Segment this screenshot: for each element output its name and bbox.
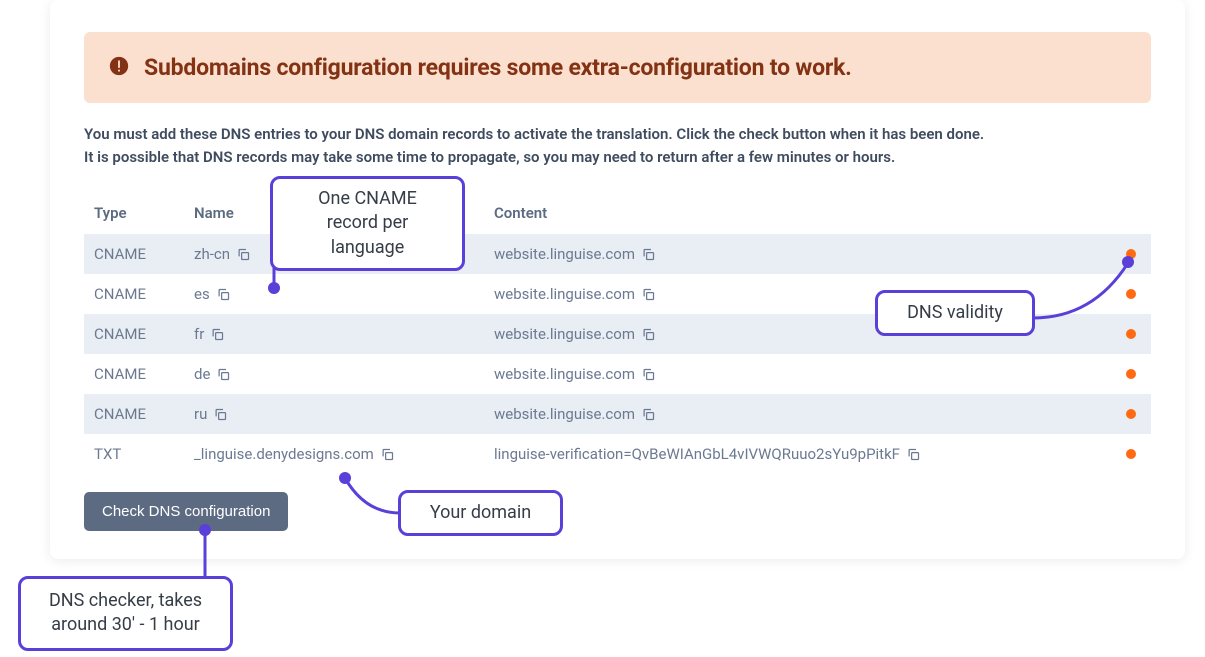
cell-name: ru <box>184 394 484 434</box>
copy-icon[interactable] <box>236 247 251 262</box>
check-dns-button[interactable]: Check DNS configuration <box>84 492 288 531</box>
copy-icon[interactable] <box>641 327 656 342</box>
cell-name: es <box>184 274 484 314</box>
status-dot <box>1126 289 1136 299</box>
cell-status <box>1111 274 1151 314</box>
cell-name: _linguise.denydesigns.com <box>184 434 484 474</box>
table-row: TXT_linguise.denydesigns.comlinguise-ver… <box>84 434 1151 474</box>
description: You must add these DNS entries to your D… <box>84 123 1151 170</box>
table-row: CNAMEzh-cnwebsite.linguise.com <box>84 234 1151 274</box>
status-dot <box>1126 449 1136 459</box>
table-row: CNAMEruwebsite.linguise.com <box>84 394 1151 434</box>
th-type: Type <box>84 192 184 234</box>
copy-icon[interactable] <box>641 407 656 422</box>
connector-endpoint <box>268 282 280 294</box>
cell-name: fr <box>184 314 484 354</box>
alert-banner: Subdomains configuration requires some e… <box>84 32 1151 103</box>
connector-endpoint <box>1122 256 1134 268</box>
cell-content: website.linguise.com <box>484 354 1111 394</box>
dns-config-panel: Subdomains configuration requires some e… <box>50 0 1185 559</box>
alert-text: Subdomains configuration requires some e… <box>144 54 852 81</box>
cell-type: TXT <box>84 434 184 474</box>
copy-icon[interactable] <box>641 247 656 262</box>
copy-icon[interactable] <box>216 287 231 302</box>
description-line2: It is possible that DNS records may take… <box>84 148 895 166</box>
table-row: CNAMEdewebsite.linguise.com <box>84 354 1151 394</box>
cell-status <box>1111 314 1151 354</box>
copy-icon[interactable] <box>641 367 656 382</box>
copy-icon[interactable] <box>906 447 921 462</box>
cell-status <box>1111 354 1151 394</box>
callout-cname: One CNAME record per language <box>270 176 465 271</box>
status-dot <box>1126 329 1136 339</box>
th-content: Content <box>484 192 1111 234</box>
cell-type: CNAME <box>84 394 184 434</box>
callout-validity: DNS validity <box>875 290 1035 336</box>
copy-icon[interactable] <box>641 287 656 302</box>
copy-icon[interactable] <box>213 407 228 422</box>
status-dot <box>1126 409 1136 419</box>
copy-icon[interactable] <box>216 367 231 382</box>
copy-icon[interactable] <box>210 327 225 342</box>
cell-status <box>1111 234 1151 274</box>
cell-content: website.linguise.com <box>484 234 1111 274</box>
callout-checker: DNS checker, takes around 30' - 1 hour <box>18 576 233 651</box>
connector-endpoint <box>339 472 351 484</box>
status-dot <box>1126 369 1136 379</box>
description-line1: You must add these DNS entries to your D… <box>84 125 984 143</box>
cell-type: CNAME <box>84 314 184 354</box>
connector-endpoint <box>199 524 211 536</box>
copy-icon[interactable] <box>380 447 395 462</box>
callout-domain: Your domain <box>398 490 563 536</box>
cell-status <box>1111 394 1151 434</box>
cell-type: CNAME <box>84 274 184 314</box>
alert-icon <box>108 55 130 81</box>
cell-status <box>1111 434 1151 474</box>
cell-type: CNAME <box>84 234 184 274</box>
cell-content: website.linguise.com <box>484 394 1111 434</box>
cell-name: de <box>184 354 484 394</box>
cell-type: CNAME <box>84 354 184 394</box>
th-status <box>1111 192 1151 234</box>
cell-content: linguise-verification=QvBeWIAnGbL4vIVWQR… <box>484 434 1111 474</box>
